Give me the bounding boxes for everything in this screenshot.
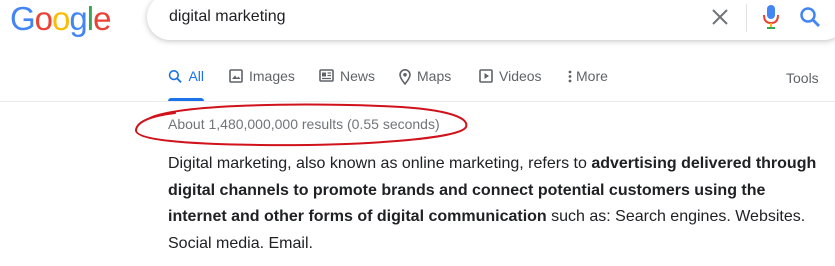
tab-more[interactable]: More xyxy=(568,68,608,101)
image-icon xyxy=(229,69,243,83)
logo-letter: G xyxy=(10,0,36,37)
featured-snippet: Digital marketing, also known as online … xyxy=(168,151,828,257)
tools-button[interactable]: Tools xyxy=(786,70,819,86)
header-divider xyxy=(0,101,835,102)
tab-label: Maps xyxy=(417,68,452,84)
search-divider xyxy=(746,4,747,32)
tab-label: Videos xyxy=(499,68,542,84)
tab-label: All xyxy=(188,68,204,84)
search-box[interactable]: digital marketing xyxy=(147,0,835,40)
mic-icon[interactable] xyxy=(761,4,781,30)
tab-label: Images xyxy=(249,68,295,84)
map-pin-icon xyxy=(399,69,411,85)
video-icon xyxy=(479,69,493,83)
tab-all[interactable]: All xyxy=(168,68,204,101)
logo-letter: g xyxy=(69,0,87,37)
result-stats: About 1,480,000,000 results (0.55 second… xyxy=(168,116,440,132)
search-icon[interactable] xyxy=(799,6,821,28)
tab-news[interactable]: News xyxy=(319,68,375,101)
close-icon[interactable] xyxy=(710,7,730,27)
search-input[interactable]: digital marketing xyxy=(169,8,286,26)
news-icon xyxy=(319,69,334,82)
tab-maps[interactable]: Maps xyxy=(399,68,451,101)
logo-letter: e xyxy=(93,0,111,37)
logo-letter: o xyxy=(34,0,53,37)
tab-label: More xyxy=(576,68,608,84)
more-vertical-icon xyxy=(568,70,572,83)
google-logo[interactable]: Google xyxy=(10,0,111,38)
logo-letter: o xyxy=(52,0,70,37)
snippet-text: Digital marketing, also known as online … xyxy=(168,155,592,172)
tab-videos[interactable]: Videos xyxy=(479,68,542,101)
tab-images[interactable]: Images xyxy=(229,68,295,101)
tab-label: News xyxy=(340,68,376,84)
search-icon xyxy=(168,70,182,84)
